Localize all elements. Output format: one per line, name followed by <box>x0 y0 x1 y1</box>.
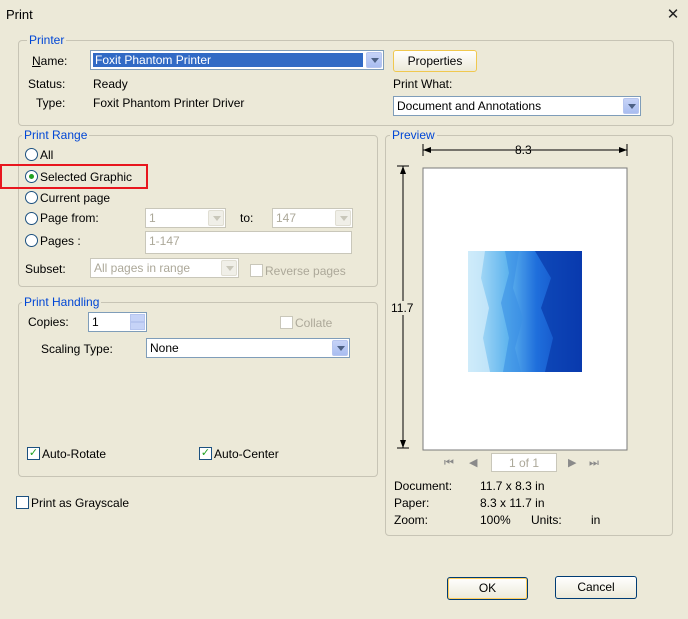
print-what-label: Print What: <box>393 77 453 91</box>
document-value: 11.7 x 8.3 in <box>480 479 545 493</box>
printer-name-value: Foxit Phantom Printer <box>93 53 363 67</box>
auto-rotate-label: Auto-Rotate <box>42 447 107 461</box>
radio-pages[interactable] <box>25 234 38 247</box>
radio-selected-graphic-label: Selected Graphic <box>40 170 133 184</box>
collate-checkbox[interactable] <box>280 316 293 329</box>
arrow-up-icon <box>400 166 406 174</box>
chevron-down-icon <box>208 210 224 226</box>
chevron-down-icon <box>335 210 351 226</box>
arrow-right-icon <box>619 147 627 153</box>
collate-label: Collate <box>295 316 333 330</box>
auto-center-label: Auto-Center <box>214 447 279 461</box>
radio-current-page-label: Current page <box>40 191 111 205</box>
units-label: Units: <box>531 513 562 527</box>
radio-page-from-label: Page from: <box>40 211 99 225</box>
status-value: Ready <box>93 77 128 91</box>
last-page-icon[interactable]: ⏭ <box>589 456 603 470</box>
pages-value: 1-147 <box>149 234 180 248</box>
page-to-select[interactable]: 147 <box>272 208 353 228</box>
stepper-down-icon[interactable] <box>130 322 145 330</box>
zoom-label: Zoom: <box>394 513 429 527</box>
properties-button[interactable]: Properties <box>393 50 477 72</box>
page-to-value: 147 <box>276 211 297 225</box>
printer-name-select[interactable]: Foxit Phantom Printer <box>90 50 384 70</box>
zoom-value: 100% <box>480 513 511 527</box>
radio-page-from[interactable] <box>25 212 38 225</box>
chevron-down-icon[interactable] <box>332 340 348 356</box>
radio-pages-label: Pages : <box>40 234 81 248</box>
pages-input[interactable]: 1-147 <box>145 231 352 254</box>
subset-label: Subset: <box>25 262 66 276</box>
printer-name-label: Name: <box>32 54 68 68</box>
copies-label: Copies: <box>28 315 69 329</box>
radio-all-label: All <box>40 148 54 162</box>
page-indicator-value: 1 of 1 <box>508 456 540 470</box>
scaling-type-select[interactable]: None <box>146 338 350 358</box>
grayscale-checkbox[interactable] <box>16 496 29 509</box>
chevron-down-icon[interactable] <box>623 98 639 114</box>
to-label: to: <box>240 211 254 225</box>
ok-button[interactable]: OK <box>447 577 528 600</box>
next-page-icon[interactable]: ▶ <box>568 456 580 470</box>
radio-selected-graphic[interactable] <box>25 170 38 183</box>
printer-legend: Printer <box>27 33 67 47</box>
print-what-select[interactable]: Document and Annotations <box>393 96 641 116</box>
title-bar <box>0 0 688 30</box>
document-label: Document: <box>394 479 453 493</box>
copies-value: 1 <box>92 315 99 329</box>
print-what-value: Document and Annotations <box>397 99 542 113</box>
close-icon[interactable]: ✕ <box>664 6 682 24</box>
prev-page-icon[interactable]: ◀ <box>469 456 481 470</box>
subset-select[interactable]: All pages in range <box>90 258 239 278</box>
window-title: Print <box>6 7 33 22</box>
chevron-down-icon[interactable] <box>366 52 382 68</box>
chevron-down-icon <box>221 260 237 276</box>
page-indicator[interactable]: 1 of 1 <box>491 453 557 472</box>
radio-all[interactable] <box>25 148 38 161</box>
type-value: Foxit Phantom Printer Driver <box>93 96 245 110</box>
copies-stepper[interactable]: 1 <box>88 312 147 332</box>
auto-center-checkbox[interactable]: ✓ <box>199 447 212 460</box>
arrow-down-icon <box>400 440 406 448</box>
cancel-button[interactable]: Cancel <box>555 576 637 599</box>
stepper-up-icon[interactable] <box>130 314 145 322</box>
units-value: in <box>591 513 601 527</box>
reverse-pages-checkbox[interactable] <box>250 264 263 277</box>
print-handling-legend: Print Handling <box>22 295 102 309</box>
first-page-icon[interactable]: ⏮ <box>444 456 458 470</box>
scaling-type-value: None <box>150 341 179 355</box>
auto-rotate-checkbox[interactable]: ✓ <box>27 447 40 460</box>
subset-value: All pages in range <box>94 261 191 275</box>
print-range-legend: Print Range <box>22 128 90 142</box>
page-from-select[interactable]: 1 <box>145 208 226 228</box>
status-label: Status: <box>28 77 66 91</box>
reverse-pages-label: Reverse pages <box>265 264 346 278</box>
height-dimension-label: 11.7 <box>391 301 414 315</box>
page-from-value: 1 <box>149 211 156 225</box>
paper-value: 8.3 x 11.7 in <box>480 496 545 510</box>
arrow-left-icon <box>423 147 431 153</box>
type-label: Type: <box>36 96 66 110</box>
paper-label: Paper: <box>394 496 430 510</box>
scaling-type-label: Scaling Type: <box>41 342 113 356</box>
radio-current-page[interactable] <box>25 191 38 204</box>
preview-canvas <box>397 144 628 451</box>
grayscale-label: Print as Grayscale <box>31 496 130 510</box>
width-dimension-label: 8.3 <box>515 143 532 157</box>
